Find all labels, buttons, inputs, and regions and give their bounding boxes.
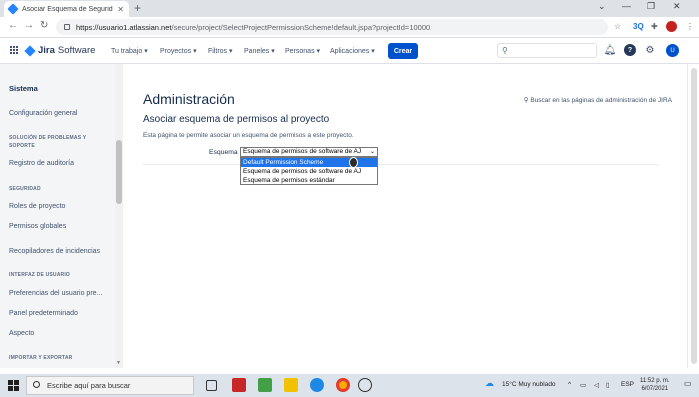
reload-icon[interactable]: ↻ [40,20,48,31]
product-name-rest: Software [57,45,96,56]
volume-icon[interactable]: ◁ [594,381,599,389]
clock[interactable]: 11:52 p. m. 6/07/2021 [640,377,670,393]
search-icon: ⚲ [502,46,508,55]
tray-chevron-icon[interactable]: ^ [568,381,571,388]
star-icon[interactable]: ☆ [614,22,621,31]
admin-search-link[interactable]: ⚲ Buscar en las páginas de administració… [524,96,672,104]
close-tab-icon[interactable]: ✕ [117,5,124,14]
url-field[interactable]: https://usuario1.atlassian.net /secure/p… [56,19,608,35]
dropdown-option-software[interactable]: Esquema de permisos de software de AJ [241,167,377,176]
jira-header: Jira Software Tu trabajo ▾ Proyectos ▾ F… [0,38,699,64]
minimize-icon[interactable]: — [622,1,631,11]
maximize-icon[interactable]: ❐ [647,1,655,12]
page-scrollbar[interactable] [687,64,699,368]
obs-icon[interactable] [358,378,372,392]
menu-dashboards[interactable]: Paneles ▾ [244,47,275,55]
sidebar-item-user-preferences[interactable]: Preferencias del usuario pre... [9,290,102,297]
lock-icon [64,24,70,30]
clock-time: 11:52 p. m. [640,378,670,384]
weather-icon[interactable]: ☁ [485,378,494,389]
network-icon[interactable]: ▭ [580,381,586,389]
sidebar-section-security: SEGURIDAD [9,186,41,192]
sidebar-title: Sistema [9,84,38,93]
sidebar-item-default-dashboard[interactable]: Panel predeterminado [9,310,78,317]
menu-people[interactable]: Personas ▾ [285,47,320,55]
sidebar-section-import-export: IMPORTAR Y EXPORTAR [9,355,73,361]
browser-tab-strip: Asociar Esquema de Seguridad de ✕ + ⌄ — … [0,0,699,17]
section-title: Asociar esquema de permisos al proyecto [143,114,330,125]
scheme-label: Esquema [209,149,238,156]
back-icon[interactable]: ← [8,20,18,31]
chevron-down-icon: ⌄ [369,149,375,155]
windows-taskbar: Escribe aquí para buscar ☁ 15°C Muy nubl… [0,374,699,397]
chrome-icon[interactable] [336,378,350,392]
main-content: Administración ⚲ Buscar en las páginas d… [123,64,687,368]
gear-icon[interactable]: ⚙ [644,44,656,56]
scheme-select[interactable]: Esquema de permisos de software de AJ ⌄ [240,147,378,157]
menu-projects[interactable]: Proyectos ▾ [160,47,197,55]
app-acrobat-icon[interactable] [232,378,246,392]
admin-search-label: Buscar en las páginas de administración … [530,97,672,104]
taskbar-search-placeholder: Escribe aquí para buscar [47,381,131,390]
profile-avatar-icon[interactable] [666,21,677,32]
menu-filters[interactable]: Filtros ▾ [208,47,233,55]
divider [143,164,659,165]
user-avatar[interactable]: U [666,44,679,57]
app-switcher-icon[interactable] [10,46,19,55]
sidebar-item-look-and-feel[interactable]: Aspecto [9,330,34,337]
sidebar-section-troubleshooting: SOLUCIÓN DE PROBLEMAS Y SOPORTE [9,135,87,149]
url-host: https://usuario1.atlassian.net [76,22,172,32]
mouse-cursor [349,157,358,168]
new-tab-icon[interactable]: + [134,1,141,15]
more-menu-icon[interactable]: ⋮ [686,22,694,31]
browser-tab-title: Asociar Esquema de Seguridad de [22,5,113,13]
close-window-icon[interactable]: ✕ [673,1,681,12]
sidebar-scrollbar-thumb[interactable] [116,140,122,204]
puzzle-icon[interactable]: ✚ [651,22,658,31]
url-path: /secure/project/SelectProjectPermissionS… [171,22,431,32]
sidebar-item-audit-log[interactable]: Registro de auditoría [9,160,74,167]
windows-start-icon[interactable] [8,380,19,391]
browser-tab[interactable]: Asociar Esquema de Seguridad de ✕ [4,1,129,17]
scroll-down-icon[interactable]: ▼ [116,360,121,366]
app-green-icon[interactable] [258,378,272,392]
sidebar-item-project-roles[interactable]: Roles de proyecto [9,203,65,210]
notifications-icon[interactable]: 🔔︎ [604,44,617,56]
page-title: Administración [143,91,235,107]
help-icon[interactable]: ? [624,44,636,56]
sidebar-scrollbar[interactable]: ▼ [115,64,123,368]
sidebar-item-general-config[interactable]: Configuración general [9,110,78,117]
jira-favicon-icon [7,3,19,15]
menu-apps[interactable]: Aplicaciones ▾ [330,47,375,55]
sidebar-section-ui: INTERFAZ DE USUARIO [9,272,71,278]
battery-icon[interactable]: ▯ [606,381,610,389]
task-view-icon[interactable] [206,380,217,391]
header-search-input[interactable]: ⚲ [497,43,597,58]
section-description: Esta página te permite asociar un esquem… [143,132,354,139]
admin-sidebar: Sistema Configuración general SOLUCIÓN D… [0,64,123,368]
menu-your-work[interactable]: Tu trabajo ▾ [111,47,148,55]
jira-logo-icon [24,44,36,57]
page-scrollbar-thumb[interactable] [691,68,697,364]
search-icon [33,381,40,388]
jira-logo[interactable]: Jira Software [24,44,96,57]
chevron-down-icon[interactable]: ⌄ [598,1,606,12]
product-name-bold: Jira [38,45,55,56]
dropdown-option-standard[interactable]: Esquema de permisos estándar [241,176,377,185]
sidebar-item-issue-collectors[interactable]: Recopiladores de incidencias [9,248,100,255]
language-indicator[interactable]: ESP [621,381,634,388]
sidebar-item-global-permissions[interactable]: Permisos globales [9,223,66,230]
extension-icon[interactable]: 3Q [633,22,644,31]
weather-text[interactable]: 15°C Muy nublado [502,381,556,388]
file-explorer-icon[interactable] [284,378,298,392]
notifications-center-icon[interactable]: ▭ [684,379,692,388]
edge-icon[interactable] [310,378,324,392]
scheme-select-value: Esquema de permisos de software de AJ [243,148,362,155]
create-button[interactable]: Crear [388,43,418,59]
clock-date: 6/07/2021 [641,386,669,392]
address-bar-row: ← → ↻ https://usuario1.atlassian.net /se… [0,17,699,38]
taskbar-search-input[interactable]: Escribe aquí para buscar [26,376,194,395]
forward-icon[interactable]: → [24,20,34,31]
